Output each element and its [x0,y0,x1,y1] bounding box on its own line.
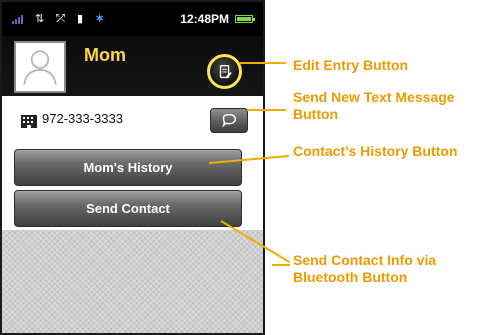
contact-history-label: Mom's History [83,160,173,175]
contact-history-button[interactable]: Mom's History [14,149,242,186]
edit-callout-line [240,62,286,64]
data-arrows-icon: ⇅ [35,12,45,25]
battery-fill [237,17,251,21]
contact-history-callout: Contact’s History Button [293,143,458,159]
status-icons: ⇅ ⤱ ▮ ✶ [12,12,180,25]
send-new-text-message-button[interactable] [210,108,248,133]
contact-header: Mom [2,36,263,96]
status-time: 12:48PM [180,12,229,26]
send-contact-callout-horizontal [272,264,290,266]
bluetooth-icon: ✶ [95,12,105,25]
building-icon [21,115,37,128]
text-callout-line [247,109,286,111]
avatar[interactable] [14,41,66,93]
phone-screen: ⇅ ⤱ ▮ ✶ 12:48PM Mom 972-333-3333 Mom's H… [0,0,265,335]
page-root: ⇅ ⤱ ▮ ✶ 12:48PM Mom 972-333-3333 Mom's H… [0,0,489,335]
edit-icon [219,64,232,78]
send-contact-info-callout: Send Contact Info via Bluetooth Button [293,252,437,285]
network-icon: ⤱ [56,12,66,25]
send-contact-label: Send Contact [86,201,170,216]
phone-number: 972-333-3333 [42,111,123,126]
message-bubble-icon [222,113,237,128]
edit-entry-callout: Edit Entry Button [293,57,409,73]
phone-number-row[interactable]: 972-333-3333 [2,96,263,146]
edit-entry-button[interactable] [207,54,242,89]
signal-bars-icon [12,14,23,24]
memory-card-icon: ▮ [77,12,84,25]
person-icon [16,43,64,91]
send-contact-button[interactable]: Send Contact [14,190,242,227]
empty-pattern-area [2,230,263,333]
battery-icon [235,15,255,23]
send-text-callout: Send New Text Message Button [293,89,455,122]
action-buttons-area: Mom's History Send Contact [2,146,263,230]
status-bar: ⇅ ⤱ ▮ ✶ 12:48PM [2,2,263,36]
contact-name: Mom [84,45,126,65]
